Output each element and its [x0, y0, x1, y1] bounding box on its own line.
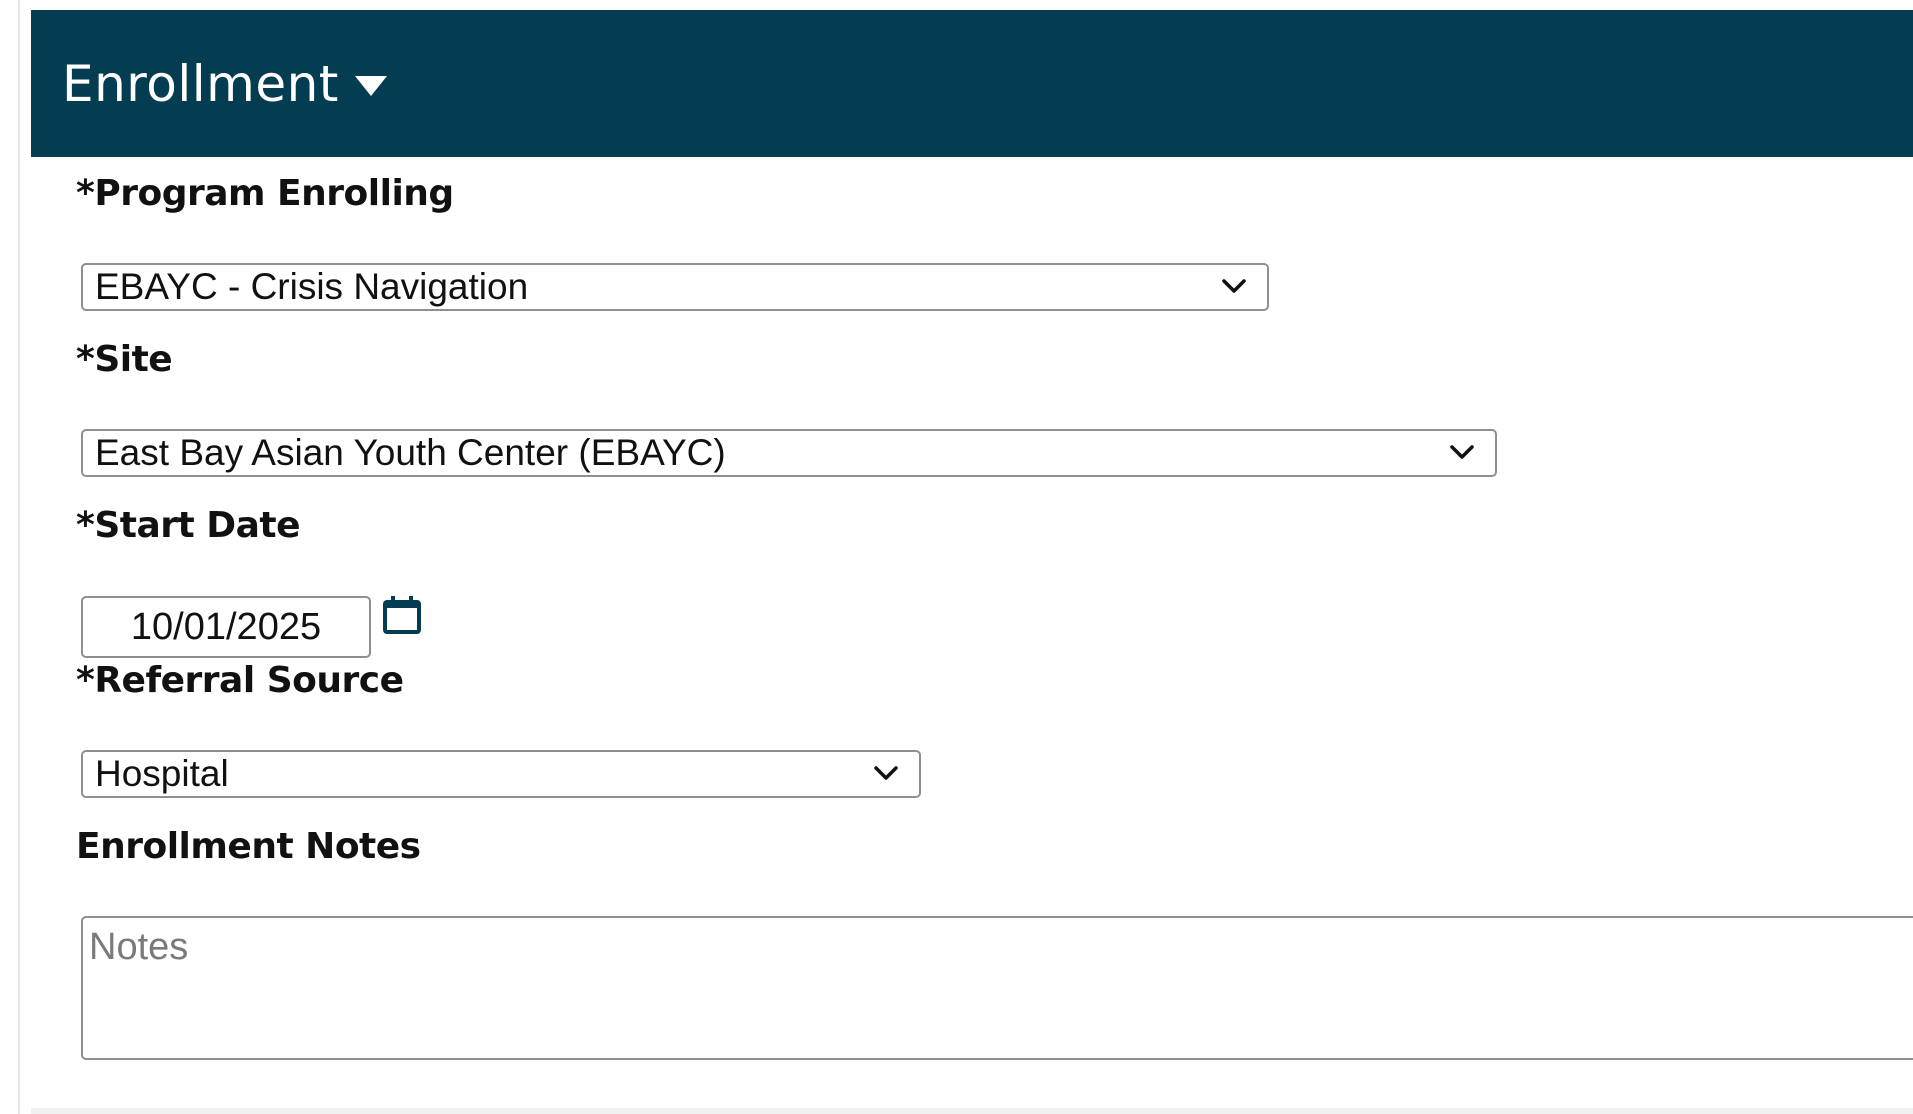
left-gutter [0, 0, 20, 1114]
enrollment-notes-label: Enrollment Notes [76, 826, 421, 867]
enrollment-menu-toggle[interactable]: Enrollment [62, 55, 387, 113]
panel-title: Enrollment [62, 54, 339, 113]
chevron-down-icon [874, 766, 898, 780]
start-date-label: *Start Date [76, 505, 301, 546]
panel-bottom-edge [31, 1108, 1913, 1114]
chevron-down-icon [1450, 445, 1474, 459]
page: Enrollment *Program Enrolling EBAYC - Cr… [0, 0, 1913, 1114]
start-date-input[interactable]: 10/01/2025 [81, 596, 371, 658]
site-label: *Site [76, 339, 173, 380]
referral-source-label: *Referral Source [76, 660, 404, 701]
enrollment-notes-textarea[interactable]: Notes [81, 916, 1913, 1060]
panel-header: Enrollment [31, 10, 1913, 157]
program-enrolling-label: *Program Enrolling [76, 173, 454, 214]
calendar-icon[interactable] [381, 594, 423, 636]
site-value: East Bay Asian Youth Center (EBAYC) [95, 432, 726, 473]
caret-down-icon [354, 75, 387, 96]
site-select[interactable]: East Bay Asian Youth Center (EBAYC) [81, 429, 1497, 477]
enrollment-panel: Enrollment *Program Enrolling EBAYC - Cr… [31, 10, 1913, 1114]
chevron-down-icon [1222, 279, 1246, 293]
referral-source-value: Hospital [95, 753, 229, 794]
notes-placeholder: Notes [89, 926, 189, 968]
program-enrolling-select[interactable]: EBAYC - Crisis Navigation [81, 263, 1269, 311]
program-enrolling-value: EBAYC - Crisis Navigation [95, 266, 529, 307]
referral-source-select[interactable]: Hospital [81, 750, 921, 798]
